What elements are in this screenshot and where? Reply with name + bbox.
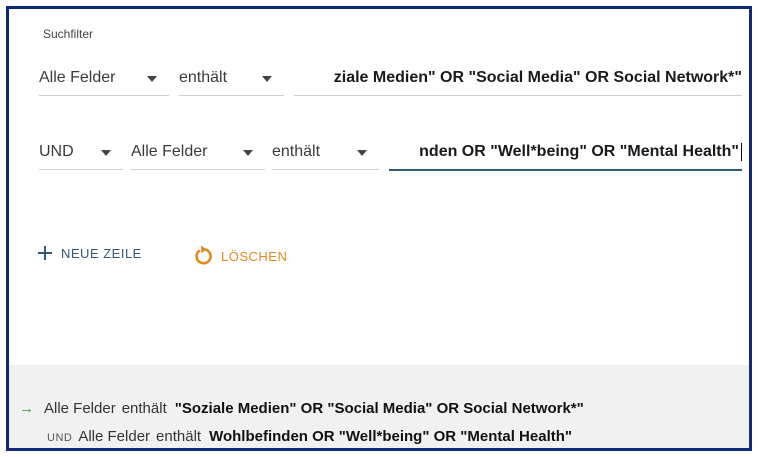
arrow-right-icon: → [19,400,34,417]
row1-query-input[interactable]: ziale Medien" OR "Social Media" OR Socia… [294,61,742,96]
row2-field-value: Alle Felder [131,143,208,160]
reset-icon [193,245,213,267]
row2-condition-value: enthält [272,143,321,160]
summary-condition: enthält [121,400,167,417]
row2-operator-select[interactable]: UND [39,135,123,170]
row1-field-select[interactable]: Alle Felder [39,61,169,96]
row2-query-value: nden OR "Well*being" OR "Mental Health" [419,143,739,160]
summary-field: Alle Felder [44,400,116,417]
panel-title: Suchfilter [43,27,94,41]
summary-condition: enthält [156,428,202,445]
summary-field: Alle Felder [78,428,151,445]
row2-field-select[interactable]: Alle Felder [131,135,265,170]
chevron-down-icon [243,150,253,156]
summary-operator: UND [47,432,73,444]
row1-query-value: ziale Medien" OR "Social Media" OR Socia… [333,69,742,86]
add-row-label: NEUE ZEILE [61,245,142,261]
row2-query-input[interactable]: nden OR "Well*being" OR "Mental Health" [389,135,742,171]
summary-query: "Soziale Medien" OR "Social Media" OR So… [174,400,584,417]
summary-line-1: → Alle Felder enthält "Soziale Medien" OR "… [19,400,584,417]
add-row-button[interactable]: NEUE ZEILE [37,245,142,261]
clear-label: LÖSCHEN [221,248,288,264]
row1-condition-select[interactable]: enthält [179,61,284,96]
clear-button[interactable]: LÖSCHEN [193,245,287,267]
chevron-down-icon [101,150,111,156]
chevron-down-icon [357,150,367,156]
query-summary: → Alle Felder enthält "Soziale Medien" OR "… [9,365,749,448]
row2-condition-select[interactable]: enthält [272,135,379,170]
row1-field-value: Alle Felder [39,69,116,86]
chevron-down-icon [147,76,157,82]
row1-condition-value: enthält [179,69,228,86]
summary-query: Wohlbefinden OR "Well*being" OR "Mental … [209,428,573,445]
row2-operator-value: UND [39,143,74,160]
plus-icon [37,245,53,261]
search-filter-panel: Suchfilter Alle Felder enthält ziale Med… [6,6,752,451]
summary-line-2: UND Alle Felder enthält Wohlbefinden OR "We… [47,428,572,445]
chevron-down-icon [262,76,272,82]
